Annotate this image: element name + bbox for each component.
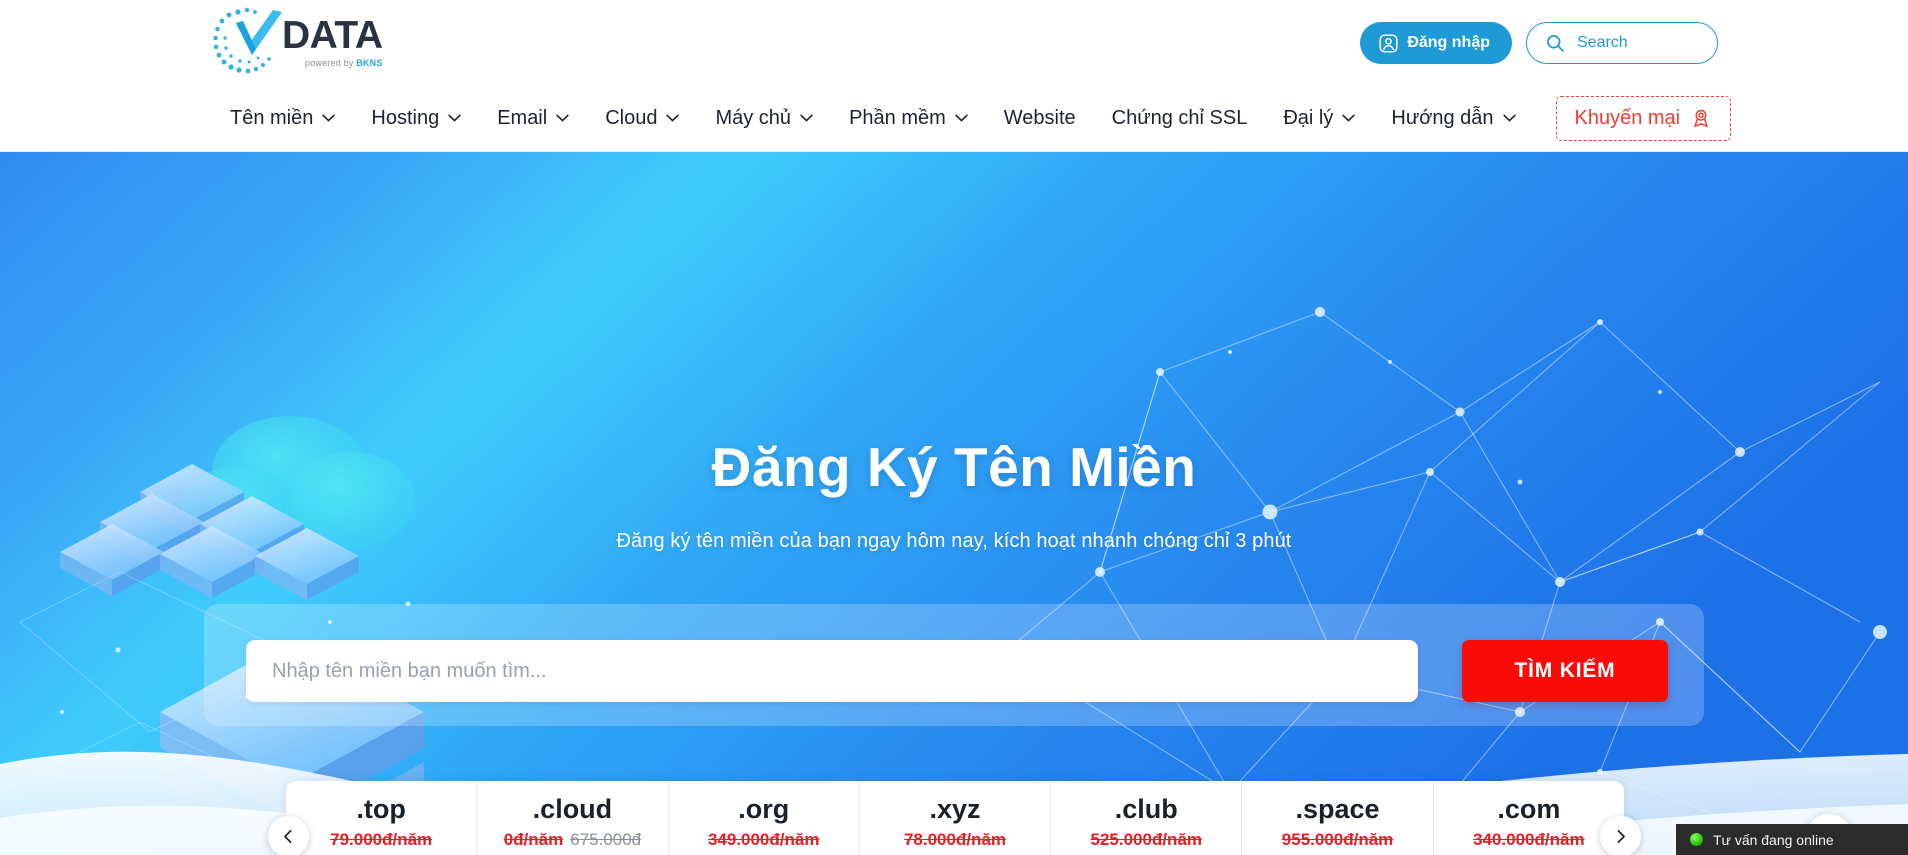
nav-item-6[interactable]: Website — [986, 95, 1094, 141]
nav-item-4[interactable]: Máy chủ — [697, 95, 831, 141]
header-actions: Đăng nhập Search — [1360, 22, 1718, 64]
tld-price-row: 340.000đ/năm — [1473, 830, 1585, 850]
nav-item-3[interactable]: Cloud — [587, 95, 697, 141]
chevron-down-icon — [556, 114, 569, 122]
nav-item-label: Hosting — [371, 106, 440, 129]
nav-item-8[interactable]: Đại lý — [1265, 95, 1373, 141]
chevron-down-icon — [666, 114, 680, 122]
hero-section: Đăng Ký Tên Miền Đăng ký tên miền của bạ… — [0, 152, 1908, 855]
chevron-down-icon — [1342, 114, 1356, 122]
tld-promo-price: 340.000đ/năm — [1473, 830, 1585, 850]
domain-search-input[interactable] — [246, 640, 1418, 702]
domain-search-button[interactable]: TÌM KIẾM — [1462, 640, 1668, 702]
site-logo[interactable]: DATA powered by BKNS — [212, 6, 383, 78]
online-status-dot — [1690, 833, 1703, 846]
tld-card[interactable]: .top79.000đ/năm249.000đ — [286, 781, 478, 855]
tld-promo-price: 78.000đ/năm — [903, 830, 1007, 850]
tld-card[interactable]: .xyz78.000đ/năm515.000đ — [860, 781, 1052, 855]
tld-promo-price: 79.000đ/năm — [330, 830, 433, 850]
nav-item-7[interactable]: Chứng chỉ SSL — [1094, 95, 1266, 141]
nav-item-label: Đại lý — [1283, 106, 1334, 129]
tld-price-row: 0đ/năm 675.000đ — [504, 830, 641, 850]
main-navigation: Tên miền Hosting Email Cloud Máy chủ Phần mềm… — [0, 85, 1908, 152]
vdata-checkmark-logo-icon — [213, 7, 282, 74]
nav-item-0[interactable]: Tên miền — [212, 95, 353, 141]
tld-price-row: 955.000đ/năm — [1282, 830, 1394, 850]
tld-name: .club — [1114, 794, 1178, 824]
logo-tagline: powered by BKNS — [304, 58, 383, 68]
tld-regular-price-inline: 675.000đ — [570, 830, 642, 850]
promo-button[interactable]: Khuyến mại — [1555, 95, 1732, 141]
hero-title: Đăng Ký Tên Miền — [711, 436, 1197, 498]
nav-item-label: Phần mềm — [849, 106, 946, 129]
tld-promo-price: 349.000đ/năm — [707, 830, 820, 850]
tld-name: .space — [1295, 794, 1380, 824]
site-header: DATA powered by BKNS Đăng nhập Search — [0, 0, 1908, 85]
user-account-icon — [1379, 33, 1398, 53]
nav-item-label: Máy chủ — [715, 106, 792, 129]
nav-item-9[interactable]: Hướng dẫn — [1373, 95, 1533, 141]
tld-price-carousel: .top79.000đ/năm249.000đ.cloud0đ/năm675.0… — [286, 781, 1624, 855]
tld-price-row: 525.000đ/năm — [1091, 830, 1203, 850]
header-search-placeholder: Search — [1577, 34, 1628, 51]
tld-card[interactable]: .space955.000đ/năm955.000đ — [1242, 781, 1434, 855]
tld-price-row: 78.000đ/năm — [904, 830, 1006, 850]
nav-item-label: Cloud — [605, 106, 658, 129]
login-button-label: Đăng nhập — [1407, 34, 1490, 51]
chevron-down-icon — [1502, 114, 1516, 122]
chat-status-text: Tư vấn đang online — [1713, 831, 1834, 848]
nav-item-label: Chứng chỉ SSL — [1111, 106, 1248, 129]
tld-card[interactable]: .club525.000đ/năm532.000đ — [1051, 781, 1243, 855]
nav-item-1[interactable]: Hosting — [353, 95, 479, 141]
nav-item-label: Hướng dẫn — [1391, 106, 1494, 129]
header-search-box[interactable]: Search — [1526, 22, 1718, 64]
chat-status-bar[interactable]: Tư vấn đang online — [1676, 824, 1908, 855]
carousel-next-button[interactable] — [1600, 816, 1641, 855]
chevron-left-icon — [284, 829, 292, 844]
tld-name: .org — [738, 794, 790, 824]
medal-badge-icon — [1694, 109, 1709, 128]
nav-item-label: Email — [497, 106, 548, 129]
nav-item-5[interactable]: Phần mềm — [831, 95, 986, 141]
tld-name: .cloud — [532, 794, 613, 824]
tld-promo-price: 955.000đ/năm — [1281, 830, 1394, 850]
nav-item-label: Website — [1003, 106, 1076, 129]
tld-card[interactable]: .cloud 0đ/năm 675.000đ — [477, 781, 669, 855]
tld-name: .com — [1497, 794, 1561, 824]
logo-wordmark: DATA — [282, 14, 383, 57]
hero-subtitle: Đăng ký tên miền của bạn ngay hôm nay, k… — [616, 530, 1292, 552]
tld-price-row: 349.000đ/năm — [708, 830, 820, 850]
search-icon — [1547, 35, 1564, 52]
tld-promo-price: 525.000đ/năm — [1090, 830, 1203, 850]
hero-background-illustration — [0, 152, 1908, 855]
nav-item-label: Tên miền — [230, 106, 314, 129]
chevron-right-icon — [1617, 829, 1625, 844]
chevron-down-icon — [448, 114, 461, 122]
promo-button-label: Khuyến mại — [1574, 106, 1681, 129]
carousel-prev-button[interactable] — [268, 816, 309, 855]
nav-item-2[interactable]: Email — [479, 95, 587, 141]
tld-name: .xyz — [929, 794, 981, 824]
chevron-down-icon — [322, 114, 336, 122]
tld-card[interactable]: .org349.000đ/năm349.000đ — [669, 781, 860, 855]
chevron-down-icon — [800, 114, 813, 122]
tld-promo-price: 0đ/năm — [503, 830, 564, 850]
chevron-down-icon — [955, 114, 968, 122]
tld-price-row: 79.000đ/năm — [330, 830, 432, 850]
tld-name: .top — [356, 794, 406, 824]
nav-items-container: Tên miền Hosting Email Cloud Máy chủ Phần mềm… — [212, 85, 1732, 151]
tld-card[interactable]: .com340.000đ/năm499.000đ — [1434, 781, 1624, 855]
login-button[interactable]: Đăng nhập — [1360, 22, 1512, 64]
